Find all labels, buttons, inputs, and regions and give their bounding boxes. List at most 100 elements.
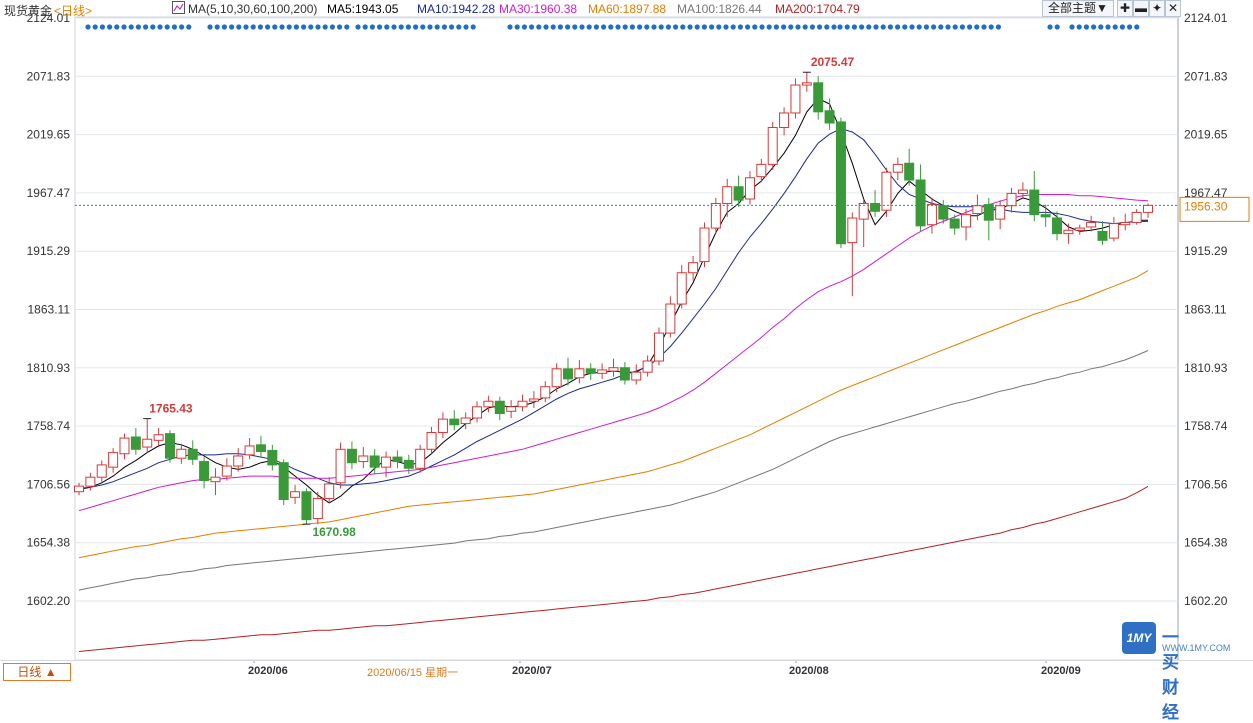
event-marker — [536, 24, 542, 30]
candle — [449, 410, 460, 431]
candle-body — [801, 82, 812, 86]
period-button[interactable]: 日线 ▲ — [3, 663, 71, 681]
candle-body — [415, 448, 426, 469]
event-marker — [507, 24, 513, 30]
event-marker — [565, 24, 571, 30]
candle — [426, 426, 437, 454]
candle-body — [688, 262, 699, 274]
candle-body — [1086, 221, 1097, 228]
event-marker — [701, 24, 708, 30]
theme-dropdown[interactable]: 全部主题▼ — [1042, 0, 1114, 17]
y-tick-label-left: 1863.11 — [28, 302, 71, 316]
candle — [835, 117, 846, 249]
event-marker — [441, 24, 447, 30]
y-tick-label-left: 1758.74 — [27, 419, 71, 433]
candle-body — [540, 386, 551, 399]
candle-body — [96, 464, 107, 478]
event-marker — [673, 24, 679, 30]
event-marker — [694, 24, 700, 30]
event-marker — [293, 24, 299, 30]
event-marker — [1076, 24, 1082, 30]
candle-body — [255, 444, 266, 453]
zoom-in-icon[interactable]: ✚ — [1117, 0, 1133, 17]
ma100-value: MA100:1826.44 — [677, 2, 762, 16]
candle-body — [1131, 211, 1142, 223]
event-marker — [229, 24, 235, 30]
event-marker — [329, 24, 335, 30]
event-marker — [866, 24, 872, 30]
event-marker — [369, 24, 375, 30]
candle-body — [278, 462, 289, 501]
candle-body — [642, 360, 653, 373]
event-marker — [308, 24, 314, 30]
event-marker — [1054, 24, 1060, 30]
candle — [221, 458, 232, 481]
candle-body — [665, 303, 676, 334]
event-marker — [1134, 24, 1140, 30]
event-marker — [629, 24, 636, 30]
candle — [608, 358, 619, 377]
candle — [642, 355, 653, 377]
event-marker — [945, 24, 951, 30]
ma30-value: MA30:1960.38 — [499, 2, 578, 16]
event-marker — [250, 24, 256, 30]
candle — [301, 488, 312, 525]
event-marker — [1105, 24, 1111, 30]
candle-body — [835, 121, 846, 245]
indicator-icon[interactable] — [172, 1, 185, 17]
event-marker — [601, 24, 607, 30]
event-marker — [572, 24, 578, 30]
y-tick-label-right: 1915.29 — [1184, 244, 1228, 258]
candle — [779, 107, 790, 136]
extreme-label: 1670.98 — [312, 525, 356, 539]
candle-body — [722, 186, 733, 204]
event-marker — [995, 24, 1002, 30]
candle — [1063, 223, 1074, 244]
candle — [187, 440, 198, 465]
candlestick-chart[interactable]: 2124.01 2124.012071.83 2071.832019.65 2019.… — [0, 0, 1253, 680]
period-label[interactable]: <日线> — [54, 2, 92, 19]
y-tick-label-right: 1758.74 — [1184, 419, 1228, 433]
event-marker — [257, 24, 263, 30]
event-marker — [243, 24, 249, 30]
candle — [1029, 171, 1040, 222]
extreme-label: 2075.47 — [811, 55, 855, 69]
candle — [255, 435, 266, 458]
y-tick-label-left: 1706.56 — [27, 477, 71, 491]
event-marker — [773, 24, 780, 30]
close-icon[interactable]: ✕ — [1165, 0, 1181, 17]
candle-body — [926, 204, 937, 226]
candle-body — [710, 202, 721, 229]
event-marker — [895, 24, 901, 30]
candle-body — [335, 448, 346, 484]
candle-body — [779, 112, 790, 129]
event-marker — [844, 24, 850, 30]
event-marker — [988, 24, 994, 30]
settings-icon[interactable]: ✦ — [1149, 0, 1165, 17]
ma10-value: MA10:1942.28 — [417, 2, 496, 16]
candle-body — [938, 205, 949, 220]
event-marker — [680, 24, 686, 30]
event-marker — [637, 24, 643, 30]
event-marker — [456, 24, 462, 30]
x-tick-label: 2020/06 — [248, 665, 288, 677]
event-marker — [557, 24, 564, 30]
event-marker — [709, 24, 715, 30]
candle-body — [460, 417, 471, 425]
zoom-out-icon[interactable]: ▬ — [1133, 0, 1149, 17]
event-marker — [923, 24, 930, 30]
candle-body — [267, 449, 278, 466]
event-marker — [1112, 24, 1118, 30]
candle — [1108, 216, 1119, 242]
candle-body — [244, 445, 255, 456]
candle-body — [1074, 227, 1085, 231]
event-marker — [92, 24, 98, 30]
event-marker — [463, 24, 469, 30]
event-marker — [1091, 24, 1097, 30]
candle-body — [892, 163, 903, 173]
candle — [699, 222, 710, 268]
event-marker — [759, 24, 765, 30]
candle-body — [142, 438, 153, 448]
event-marker — [981, 24, 987, 30]
y-tick-label-right: 1654.38 — [1184, 536, 1228, 550]
